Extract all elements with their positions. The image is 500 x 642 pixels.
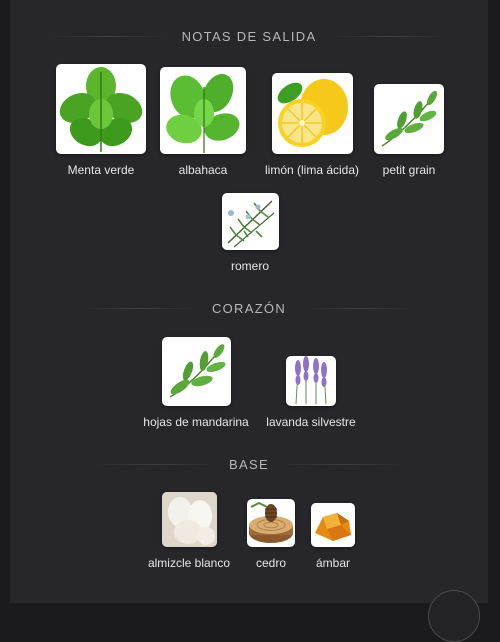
lavender-icon xyxy=(286,356,336,406)
note-label: cedro xyxy=(255,556,287,570)
divider xyxy=(300,307,421,309)
divider xyxy=(330,35,451,37)
petitgrain-branch-icon xyxy=(374,84,444,154)
section-title: BASE xyxy=(229,456,269,472)
note-label: hojas de mandarina xyxy=(143,415,249,429)
note-label: albahaca xyxy=(178,163,228,177)
note-label: Menta verde xyxy=(67,163,135,177)
note-lavanda-silvestre[interactable]: lavanda silvestre xyxy=(258,356,364,429)
lemon-icon xyxy=(271,73,353,154)
basil-leaves-icon xyxy=(160,67,246,154)
note-almizcle-blanco[interactable]: almizcle blanco xyxy=(139,492,239,570)
rosemary-icon xyxy=(221,193,279,250)
section-header-heart-notes: CORAZÓN xyxy=(10,298,488,318)
mandarin-leaves-icon xyxy=(161,337,231,406)
note-albahaca[interactable]: albahaca xyxy=(152,67,254,177)
divider xyxy=(282,463,403,465)
note-romero[interactable]: romero xyxy=(210,193,290,273)
note-limon[interactable]: limón (lima ácida) xyxy=(257,73,367,177)
note-label: limón (lima ácida) xyxy=(264,163,360,177)
mint-leaves-icon xyxy=(56,64,146,154)
section-header-top-notes: NOTAS DE SALIDA xyxy=(10,26,488,46)
divider xyxy=(95,463,216,465)
amber-icon xyxy=(311,503,355,547)
note-label: petit grain xyxy=(382,163,436,177)
note-ambar[interactable]: ámbar xyxy=(303,503,363,570)
note-label: ámbar xyxy=(315,556,350,570)
section-title: CORAZÓN xyxy=(211,300,287,316)
section-title: NOTAS DE SALIDA xyxy=(181,28,317,44)
white-musk-icon xyxy=(161,492,217,547)
note-hojas-de-mandarina[interactable]: hojas de mandarina xyxy=(137,337,255,429)
divider xyxy=(47,35,168,37)
note-petit-grain[interactable]: petit grain xyxy=(368,84,450,177)
note-cedro[interactable]: cedro xyxy=(241,499,301,570)
cedar-wood-icon xyxy=(247,499,295,547)
note-menta-verde[interactable]: Menta verde xyxy=(50,64,152,177)
note-label: lavanda silvestre xyxy=(266,415,356,429)
scroll-top-button[interactable] xyxy=(428,590,480,642)
divider xyxy=(77,307,198,309)
notes-panel: NOTAS DE SALIDA Menta verde albahaca lim… xyxy=(10,0,488,603)
note-label: romero xyxy=(230,259,269,273)
section-header-base-notes: BASE xyxy=(10,454,488,474)
note-label: almizcle blanco xyxy=(147,556,231,570)
